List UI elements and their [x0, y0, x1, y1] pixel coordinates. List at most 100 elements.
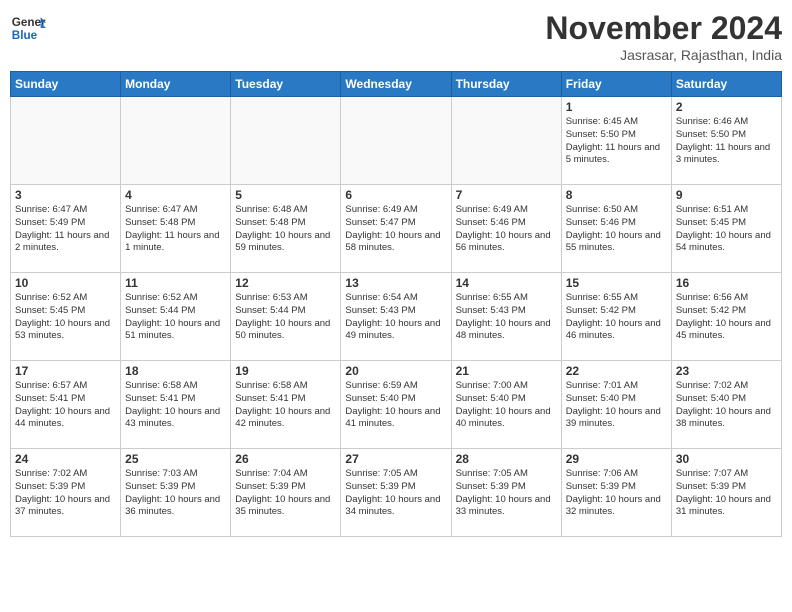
day-info: Sunrise: 7:00 AM Sunset: 5:40 PM Dayligh…: [456, 380, 557, 431]
location: Jasrasar, Rajasthan, India: [545, 47, 782, 63]
day-info: Sunrise: 6:54 AM Sunset: 5:43 PM Dayligh…: [345, 292, 446, 343]
logo: General Blue: [10, 10, 46, 46]
calendar-cell: 17 Sunrise: 6:57 AM Sunset: 5:41 PM Dayli…: [11, 361, 121, 449]
calendar-cell: [451, 97, 561, 185]
day-info: Sunrise: 6:56 AM Sunset: 5:42 PM Dayligh…: [676, 292, 777, 343]
calendar-cell: 12Sunrise: 6:53 AM Sunset: 5:44 PM Dayli…: [231, 273, 341, 361]
day-number: 25: [125, 452, 226, 466]
calendar-cell: [121, 97, 231, 185]
day-number: 22: [566, 364, 667, 378]
weekday-header-wednesday: Wednesday: [341, 72, 451, 97]
svg-text:Blue: Blue: [12, 29, 38, 42]
calendar-cell: 6Sunrise: 6:49 AM Sunset: 5:47 PM Daylig…: [341, 185, 451, 273]
calendar-cell: 16Sunrise: 6:56 AM Sunset: 5:42 PM Dayli…: [671, 273, 781, 361]
calendar-cell: 20 Sunrise: 6:59 AM Sunset: 5:40 PM Dayli…: [341, 361, 451, 449]
day-info: Sunrise: 6:58 AM Sunset: 5:41 PM Dayligh…: [235, 380, 336, 431]
day-number: 7: [456, 188, 557, 202]
calendar-cell: 10 Sunrise: 6:52 AM Sunset: 5:45 PM Dayli…: [11, 273, 121, 361]
calendar-cell: 19Sunrise: 6:58 AM Sunset: 5:41 PM Dayli…: [231, 361, 341, 449]
calendar-cell: 14 Sunrise: 6:55 AM Sunset: 5:43 PM Dayli…: [451, 273, 561, 361]
day-info: Sunrise: 6:55 AM Sunset: 5:43 PM Dayligh…: [456, 292, 557, 343]
day-number: 12: [235, 276, 336, 290]
day-info: Sunrise: 6:59 AM Sunset: 5:40 PM Dayligh…: [345, 380, 446, 431]
day-info: Sunrise: 7:02 AM Sunset: 5:40 PM Dayligh…: [676, 380, 777, 431]
page-header: General Blue November 2024 Jasrasar, Raj…: [10, 10, 782, 63]
day-info: Sunrise: 6:50 AM Sunset: 5:46 PM Dayligh…: [566, 204, 667, 255]
week-row-4: 17 Sunrise: 6:57 AM Sunset: 5:41 PM Dayli…: [11, 361, 782, 449]
day-number: 4: [125, 188, 226, 202]
day-info: Sunrise: 6:49 AM Sunset: 5:46 PM Dayligh…: [456, 204, 557, 255]
calendar-cell: 9Sunrise: 6:51 AM Sunset: 5:45 PM Daylig…: [671, 185, 781, 273]
calendar: SundayMondayTuesdayWednesdayThursdayFrid…: [10, 71, 782, 537]
day-number: 21: [456, 364, 557, 378]
week-row-1: 1 Sunrise: 6:45 AM Sunset: 5:50 PM Daylig…: [11, 97, 782, 185]
day-info: Sunrise: 6:51 AM Sunset: 5:45 PM Dayligh…: [676, 204, 777, 255]
calendar-cell: 13 Sunrise: 6:54 AM Sunset: 5:43 PM Dayli…: [341, 273, 451, 361]
day-info: Sunrise: 7:05 AM Sunset: 5:39 PM Dayligh…: [345, 468, 446, 519]
day-number: 29: [566, 452, 667, 466]
day-number: 1: [566, 100, 667, 114]
day-info: Sunrise: 7:03 AM Sunset: 5:39 PM Dayligh…: [125, 468, 226, 519]
day-info: Sunrise: 7:06 AM Sunset: 5:39 PM Dayligh…: [566, 468, 667, 519]
weekday-header-sunday: Sunday: [11, 72, 121, 97]
weekday-header-thursday: Thursday: [451, 72, 561, 97]
day-info: Sunrise: 6:47 AM Sunset: 5:49 PM Dayligh…: [15, 204, 116, 255]
day-number: 23: [676, 364, 777, 378]
day-info: Sunrise: 7:01 AM Sunset: 5:40 PM Dayligh…: [566, 380, 667, 431]
day-number: 5: [235, 188, 336, 202]
day-number: 8: [566, 188, 667, 202]
month-title: November 2024: [545, 10, 782, 47]
calendar-cell: 30 Sunrise: 7:07 AM Sunset: 5:39 PM Dayli…: [671, 449, 781, 537]
weekday-header-monday: Monday: [121, 72, 231, 97]
day-info: Sunrise: 6:57 AM Sunset: 5:41 PM Dayligh…: [15, 380, 116, 431]
day-info: Sunrise: 6:48 AM Sunset: 5:48 PM Dayligh…: [235, 204, 336, 255]
calendar-cell: 15 Sunrise: 6:55 AM Sunset: 5:42 PM Dayli…: [561, 273, 671, 361]
calendar-cell: 28 Sunrise: 7:05 AM Sunset: 5:39 PM Dayli…: [451, 449, 561, 537]
day-number: 17: [15, 364, 116, 378]
day-info: Sunrise: 6:46 AM Sunset: 5:50 PM Dayligh…: [676, 116, 777, 167]
calendar-cell: [231, 97, 341, 185]
day-info: Sunrise: 7:02 AM Sunset: 5:39 PM Dayligh…: [15, 468, 116, 519]
day-info: Sunrise: 6:52 AM Sunset: 5:44 PM Dayligh…: [125, 292, 226, 343]
day-number: 3: [15, 188, 116, 202]
day-number: 11: [125, 276, 226, 290]
calendar-cell: 2 Sunrise: 6:46 AM Sunset: 5:50 PM Daylig…: [671, 97, 781, 185]
day-number: 15: [566, 276, 667, 290]
day-info: Sunrise: 7:04 AM Sunset: 5:39 PM Dayligh…: [235, 468, 336, 519]
day-number: 24: [15, 452, 116, 466]
day-number: 6: [345, 188, 446, 202]
day-number: 18: [125, 364, 226, 378]
calendar-cell: 23 Sunrise: 7:02 AM Sunset: 5:40 PM Dayli…: [671, 361, 781, 449]
day-number: 26: [235, 452, 336, 466]
weekday-header-saturday: Saturday: [671, 72, 781, 97]
week-row-2: 3 Sunrise: 6:47 AM Sunset: 5:49 PM Daylig…: [11, 185, 782, 273]
calendar-cell: 21 Sunrise: 7:00 AM Sunset: 5:40 PM Dayli…: [451, 361, 561, 449]
day-info: Sunrise: 6:55 AM Sunset: 5:42 PM Dayligh…: [566, 292, 667, 343]
day-number: 2: [676, 100, 777, 114]
day-info: Sunrise: 6:52 AM Sunset: 5:45 PM Dayligh…: [15, 292, 116, 343]
calendar-cell: 1 Sunrise: 6:45 AM Sunset: 5:50 PM Daylig…: [561, 97, 671, 185]
weekday-header-tuesday: Tuesday: [231, 72, 341, 97]
day-info: Sunrise: 7:05 AM Sunset: 5:39 PM Dayligh…: [456, 468, 557, 519]
calendar-cell: 4Sunrise: 6:47 AM Sunset: 5:48 PM Daylig…: [121, 185, 231, 273]
day-number: 27: [345, 452, 446, 466]
day-info: Sunrise: 7:07 AM Sunset: 5:39 PM Dayligh…: [676, 468, 777, 519]
calendar-cell: 27 Sunrise: 7:05 AM Sunset: 5:39 PM Dayli…: [341, 449, 451, 537]
day-number: 10: [15, 276, 116, 290]
calendar-cell: [341, 97, 451, 185]
day-number: 20: [345, 364, 446, 378]
title-area: November 2024 Jasrasar, Rajasthan, India: [545, 10, 782, 63]
calendar-cell: 3 Sunrise: 6:47 AM Sunset: 5:49 PM Daylig…: [11, 185, 121, 273]
calendar-cell: [11, 97, 121, 185]
day-number: 13: [345, 276, 446, 290]
day-number: 14: [456, 276, 557, 290]
day-info: Sunrise: 6:45 AM Sunset: 5:50 PM Dayligh…: [566, 116, 667, 167]
calendar-cell: 29 Sunrise: 7:06 AM Sunset: 5:39 PM Dayli…: [561, 449, 671, 537]
day-number: 30: [676, 452, 777, 466]
calendar-cell: 24 Sunrise: 7:02 AM Sunset: 5:39 PM Dayli…: [11, 449, 121, 537]
calendar-cell: 22 Sunrise: 7:01 AM Sunset: 5:40 PM Dayli…: [561, 361, 671, 449]
logo-icon: General Blue: [10, 10, 46, 46]
day-number: 28: [456, 452, 557, 466]
calendar-cell: 7 Sunrise: 6:49 AM Sunset: 5:46 PM Daylig…: [451, 185, 561, 273]
day-info: Sunrise: 6:58 AM Sunset: 5:41 PM Dayligh…: [125, 380, 226, 431]
